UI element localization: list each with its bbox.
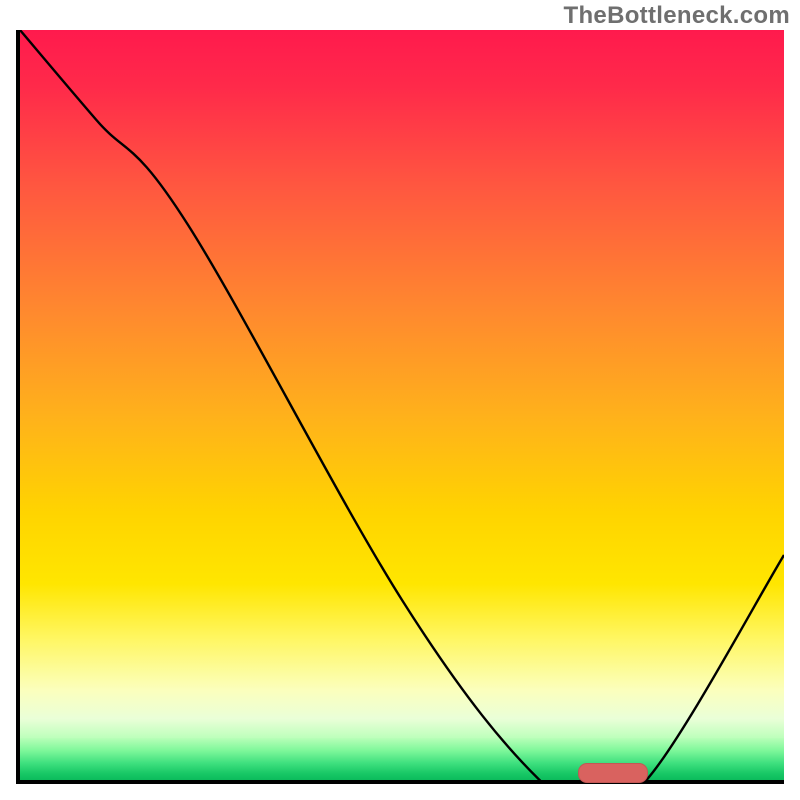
chart-container: TheBottleneck.com bbox=[0, 0, 800, 800]
curve-svg bbox=[20, 30, 784, 780]
plot-frame bbox=[16, 30, 784, 784]
optimal-range-marker bbox=[578, 763, 649, 783]
watermark-text: TheBottleneck.com bbox=[564, 2, 790, 30]
bottleneck-curve bbox=[20, 30, 784, 780]
